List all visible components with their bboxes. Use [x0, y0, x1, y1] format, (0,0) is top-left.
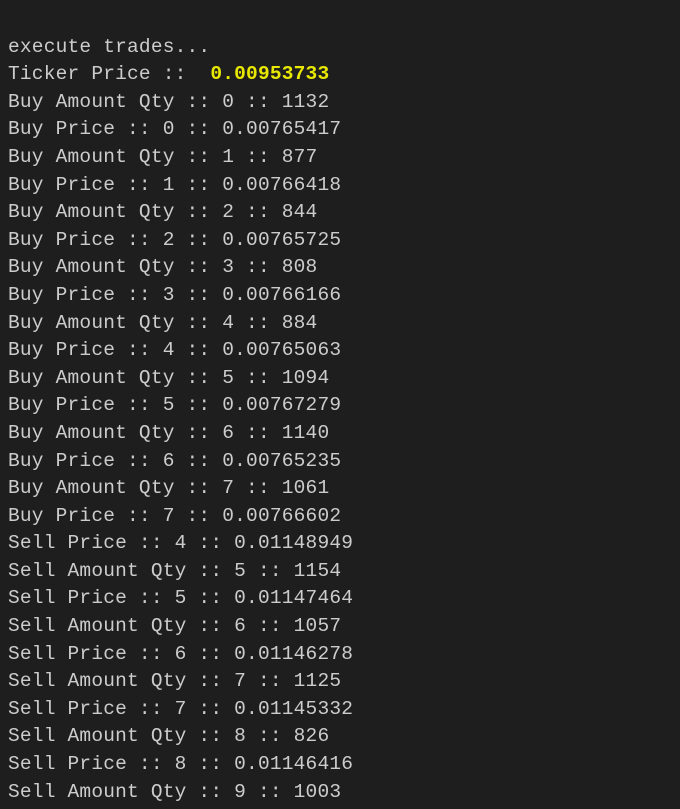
- output-line: Buy Price :: 0 :: 0.00765417: [8, 116, 672, 144]
- output-line: Buy Price :: 4 :: 0.00765063: [8, 337, 672, 365]
- output-line: Buy Amount Qty :: 7 :: 1061: [8, 475, 672, 503]
- output-line: Sell Amount Qty :: 8 :: 826: [8, 723, 672, 751]
- output-line: Buy Price :: 5 :: 0.00767279: [8, 392, 672, 420]
- ticker-line: Ticker Price :: 0.00953733: [8, 61, 672, 89]
- output-line: Buy Price :: 3 :: 0.00766166: [8, 282, 672, 310]
- output-line: Buy Price :: 1 :: 0.00766418: [8, 172, 672, 200]
- output-line: Buy Amount Qty :: 4 :: 884: [8, 310, 672, 338]
- output-line: Sell Amount Qty :: 7 :: 1125: [8, 668, 672, 696]
- output-line: Sell Price :: 8 :: 0.01146416: [8, 751, 672, 779]
- output-line: Sell Amount Qty :: 6 :: 1057: [8, 613, 672, 641]
- output-line: Sell Amount Qty :: 9 :: 1003: [8, 779, 672, 807]
- terminal-output: execute trades...Ticker Price :: 0.00953…: [0, 0, 680, 809]
- output-line: Buy Amount Qty :: 6 :: 1140: [8, 420, 672, 448]
- ticker-label: Ticker Price ::: [8, 63, 210, 85]
- output-line: Buy Amount Qty :: 2 :: 844: [8, 199, 672, 227]
- output-line: Sell Price :: 6 :: 0.01146278: [8, 641, 672, 669]
- output-line: Buy Amount Qty :: 0 :: 1132: [8, 89, 672, 117]
- output-line: Sell Price :: 4 :: 0.01148949: [8, 530, 672, 558]
- output-line: Buy Price :: 6 :: 0.00765235: [8, 448, 672, 476]
- output-line: Buy Amount Qty :: 3 :: 808: [8, 254, 672, 282]
- output-line: Sell Price :: 5 :: 0.01147464: [8, 585, 672, 613]
- header-line: execute trades...: [8, 34, 672, 62]
- output-line: Buy Amount Qty :: 1 :: 877: [8, 144, 672, 172]
- output-line: Buy Price :: 2 :: 0.00765725: [8, 227, 672, 255]
- output-line: Sell Amount Qty :: 5 :: 1154: [8, 558, 672, 586]
- output-line: Sell Price :: 7 :: 0.01145332: [8, 696, 672, 724]
- output-line: Buy Price :: 7 :: 0.00766602: [8, 503, 672, 531]
- ticker-value: 0.00953733: [210, 63, 329, 85]
- output-line: Buy Amount Qty :: 5 :: 1094: [8, 365, 672, 393]
